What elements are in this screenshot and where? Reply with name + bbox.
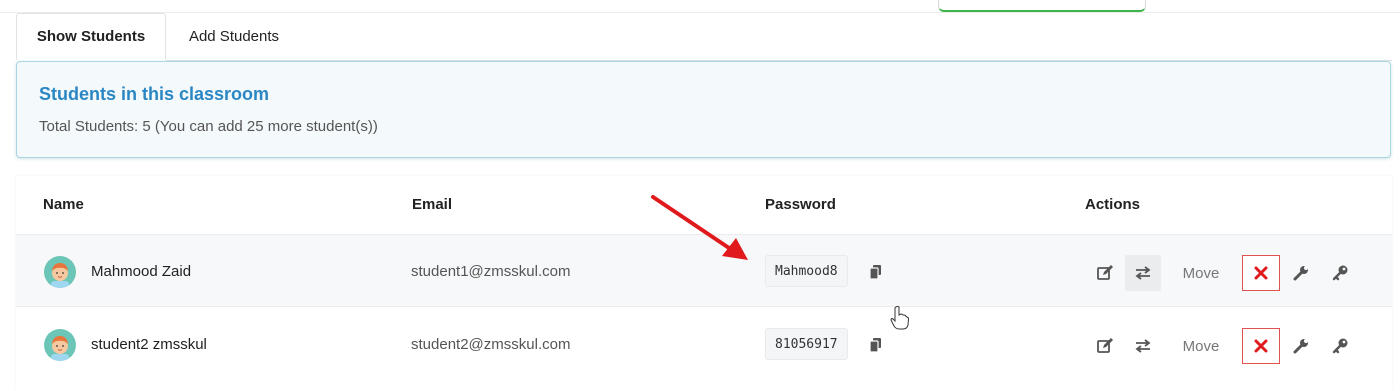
- tab-bar: Show Students Add Students: [16, 13, 1392, 61]
- key-icon[interactable]: [1329, 255, 1351, 291]
- hand-cursor-icon: [890, 306, 910, 330]
- transfer-icon[interactable]: [1125, 328, 1161, 364]
- move-button[interactable]: Move: [1176, 328, 1226, 364]
- top-progress-tab: [938, 0, 1146, 12]
- column-header-name: Name: [43, 196, 84, 213]
- info-subtitle: Total Students: 5 (You can add 25 more s…: [39, 118, 378, 135]
- column-header-actions: Actions: [1085, 196, 1141, 213]
- delete-icon: [1254, 266, 1268, 280]
- move-button[interactable]: Move: [1176, 255, 1226, 291]
- delete-icon: [1254, 339, 1268, 353]
- student-name: Mahmood Zaid: [91, 263, 192, 280]
- delete-button[interactable]: [1242, 328, 1280, 364]
- avatar-icon: [44, 256, 76, 288]
- column-header-email: Email: [412, 196, 453, 213]
- student-password: Mahmood8: [765, 255, 848, 287]
- avatar-icon: [44, 329, 76, 361]
- edit-icon[interactable]: [1091, 255, 1119, 291]
- table-row: student2 zmsskul student2@zmsskul.com 81…: [16, 308, 1392, 381]
- transfer-icon[interactable]: [1125, 255, 1161, 291]
- info-title: Students in this classroom: [39, 84, 270, 104]
- classroom-info-panel: Students in this classroom Total Student…: [16, 61, 1391, 158]
- delete-button[interactable]: [1242, 255, 1280, 291]
- arrow-annotation: [651, 195, 748, 260]
- tab-add-students[interactable]: Add Students: [166, 13, 302, 60]
- student-name: student2 zmsskul: [91, 336, 207, 353]
- student-password: 81056917: [765, 328, 848, 360]
- copy-icon[interactable]: [867, 336, 885, 354]
- copy-icon[interactable]: [867, 263, 885, 281]
- student-email: student1@zmsskul.com: [411, 263, 571, 280]
- edit-icon[interactable]: [1091, 328, 1119, 364]
- tab-show-students[interactable]: Show Students: [16, 13, 166, 60]
- key-icon[interactable]: [1329, 328, 1351, 364]
- column-header-password: Password: [765, 196, 836, 213]
- student-email: student2@zmsskul.com: [411, 336, 571, 353]
- wrench-icon[interactable]: [1290, 328, 1312, 364]
- wrench-icon[interactable]: [1290, 255, 1312, 291]
